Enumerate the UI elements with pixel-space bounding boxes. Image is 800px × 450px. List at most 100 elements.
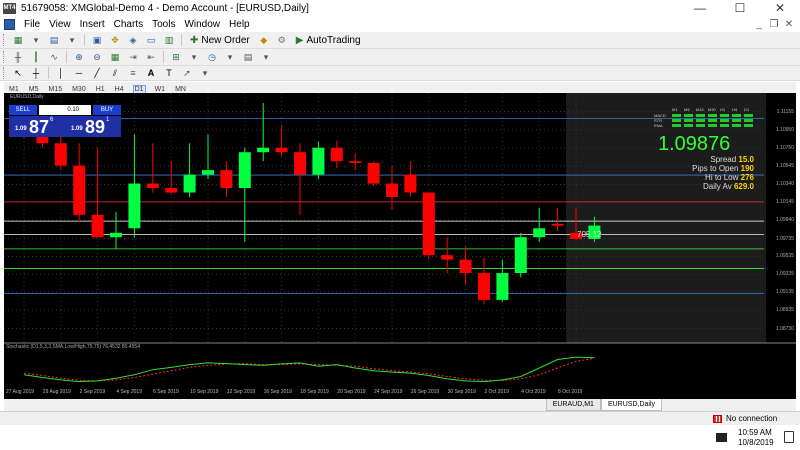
- buy-price-main: 89: [85, 117, 106, 137]
- dropdown-arrow-icon[interactable]: ▾: [65, 34, 79, 47]
- metaeditor-icon[interactable]: ◆: [257, 34, 271, 47]
- close-icon[interactable]: ✕: [760, 0, 800, 17]
- timeframe-mn[interactable]: MN: [174, 86, 187, 93]
- menu-file[interactable]: File: [24, 19, 40, 30]
- timeframe-h1[interactable]: H1: [95, 86, 106, 93]
- indicator-signal-cell: [708, 114, 717, 117]
- chart-window-icon[interactable]: [4, 19, 15, 30]
- zoom-in-icon[interactable]: ⊕: [72, 51, 86, 64]
- strategy-tester-icon[interactable]: ▥: [162, 34, 176, 47]
- dropdown-arrow-icon[interactable]: ▾: [223, 51, 237, 64]
- date-axis-label: 26 Sep 2019: [410, 389, 440, 395]
- date-axis-label: 8 Oct 2019: [558, 389, 583, 395]
- zoom-out-icon[interactable]: ⊖: [90, 51, 104, 64]
- terminal-icon[interactable]: ▭: [144, 34, 158, 47]
- periods-icon[interactable]: ◷: [205, 51, 219, 64]
- toolbar-grip[interactable]: [3, 34, 6, 46]
- autotrading-button[interactable]: ▶ AutoTrading: [293, 33, 364, 47]
- title-bar[interactable]: MT4 51679058: XMGlobal-Demo 4 - Demo Acc…: [0, 0, 800, 17]
- profiles-icon[interactable]: ▤: [47, 34, 61, 47]
- pending-order-label: 705.12: [577, 230, 602, 239]
- data-window-icon[interactable]: ✥: [108, 34, 122, 47]
- menu-tools[interactable]: Tools: [152, 19, 175, 30]
- auto-scroll-icon[interactable]: ⇥: [126, 51, 140, 64]
- timeframes-toolbar: M1 M5 M15 M30 H1 H4 D1 W1 MN: [4, 82, 796, 94]
- notifications-icon[interactable]: [784, 431, 794, 443]
- new-chart-icon[interactable]: ▦: [11, 34, 25, 47]
- mdi-minimize-icon[interactable]: _: [752, 17, 766, 32]
- toolbar-grip[interactable]: [3, 51, 6, 63]
- candle-body: [330, 147, 343, 162]
- tab-eurusd-daily[interactable]: EURUSD,Daily: [600, 399, 662, 411]
- timeframe-m5[interactable]: M5: [28, 86, 40, 93]
- templates-icon[interactable]: ▤: [241, 51, 255, 64]
- mdi-restore-icon[interactable]: ❐: [767, 17, 781, 32]
- one-click-trading-panel: SELL 0.10 BUY 1.09 87 6 1.09 89 1: [9, 105, 121, 137]
- options-icon[interactable]: ⚙: [275, 34, 289, 47]
- toolbar-grip[interactable]: [3, 67, 6, 79]
- timeframe-m15[interactable]: M15: [47, 86, 63, 93]
- timeframe-m30[interactable]: M30: [71, 86, 87, 93]
- chart-shift-icon[interactable]: ⇤: [144, 51, 158, 64]
- cursor-icon[interactable]: ↖: [11, 67, 25, 80]
- new-order-button[interactable]: ✚ New Order: [187, 33, 253, 47]
- maximize-icon[interactable]: ☐: [720, 0, 760, 17]
- indicator-timeframe-header: M1: [672, 107, 678, 112]
- trendline-icon[interactable]: ╱: [90, 67, 104, 80]
- buy-price-button[interactable]: 1.09 89 1: [65, 116, 121, 137]
- indicator-signal-cell: [708, 124, 717, 127]
- line-chart-icon[interactable]: ∿: [47, 51, 61, 64]
- text-icon[interactable]: A: [144, 67, 158, 80]
- fibonacci-icon[interactable]: ≡: [126, 67, 140, 80]
- candle-body: [91, 214, 104, 238]
- keyboard-icon[interactable]: [716, 433, 727, 442]
- timeframe-h4[interactable]: H4: [114, 86, 125, 93]
- clock-time[interactable]: 10:59 AM: [738, 428, 772, 437]
- bar-chart-icon[interactable]: ╫: [11, 51, 25, 64]
- mdi-close-icon[interactable]: ✕: [782, 17, 796, 32]
- sell-price-button[interactable]: 1.09 87 6: [9, 116, 65, 137]
- minimize-icon[interactable]: —: [680, 0, 720, 17]
- text-label-icon[interactable]: T: [162, 67, 176, 80]
- sell-button[interactable]: SELL: [9, 105, 37, 115]
- navigator-icon[interactable]: ◈: [126, 34, 140, 47]
- dropdown-arrow-icon[interactable]: ▾: [198, 67, 212, 80]
- vertical-line-icon[interactable]: │: [54, 67, 68, 80]
- market-watch-icon[interactable]: ▣: [90, 34, 104, 47]
- dropdown-arrow-icon[interactable]: ▾: [259, 51, 273, 64]
- dropdown-arrow-icon[interactable]: ▾: [29, 34, 43, 47]
- clock-date[interactable]: 10/8/2019: [738, 438, 774, 447]
- tab-euraud-m1[interactable]: EURAUD,M1: [545, 399, 601, 411]
- window-title: 51679058: XMGlobal-Demo 4 - Demo Account…: [21, 3, 309, 14]
- line-studies-toolbar: ↖ ┼ │ ─ ╱ ⫽ ≡ A T ➚ ▾: [0, 66, 800, 81]
- chart-canvas[interactable]: EURUSD,Daily SELL 0.10 BUY 1.09 87 6 1.0…: [4, 93, 796, 399]
- tile-windows-icon[interactable]: ▦: [108, 51, 122, 64]
- dropdown-arrow-icon[interactable]: ▾: [187, 51, 201, 64]
- indicators-icon[interactable]: ⊞: [169, 51, 183, 64]
- menu-charts[interactable]: Charts: [114, 19, 143, 30]
- price-axis-label: 1.10145: [775, 198, 794, 205]
- buy-price-fraction: 1: [106, 117, 110, 123]
- timeframe-m1[interactable]: M1: [8, 86, 20, 93]
- candle-body: [257, 147, 270, 153]
- stochastic-signal-line: [23, 357, 595, 382]
- price-axis[interactable]: 1.11155 1.10950 1.10750 1.10545 1.10340 1.101…: [766, 93, 796, 393]
- indicator-timeframe-header: M30: [708, 107, 716, 112]
- indicator-signal-cell: [744, 124, 753, 127]
- arrows-icon[interactable]: ➚: [180, 67, 194, 80]
- dashboard-panel: M1 M5 M15 M30 H1 H4 D1 MACD STR EMA 1.09876 Spre…: [644, 107, 754, 192]
- horizontal-line-icon[interactable]: ─: [72, 67, 86, 80]
- lot-size-input[interactable]: 0.10: [39, 105, 91, 115]
- menu-window[interactable]: Window: [184, 19, 220, 30]
- date-axis[interactable]: 27 Aug 2019 29 Aug 2019 2 Sep 2019 4 Sep 20…: [4, 388, 766, 399]
- candle-body: [349, 161, 362, 163]
- buy-button[interactable]: BUY: [93, 105, 121, 115]
- timeframe-w1[interactable]: W1: [154, 86, 167, 93]
- menu-insert[interactable]: Insert: [80, 19, 105, 30]
- candlestick-icon[interactable]: ┃: [29, 51, 43, 64]
- crosshair-icon[interactable]: ┼: [29, 67, 43, 80]
- menu-view[interactable]: View: [49, 19, 71, 30]
- candle-body: [220, 170, 233, 189]
- menu-help[interactable]: Help: [229, 19, 250, 30]
- equidistant-channel-icon[interactable]: ⫽: [108, 67, 122, 80]
